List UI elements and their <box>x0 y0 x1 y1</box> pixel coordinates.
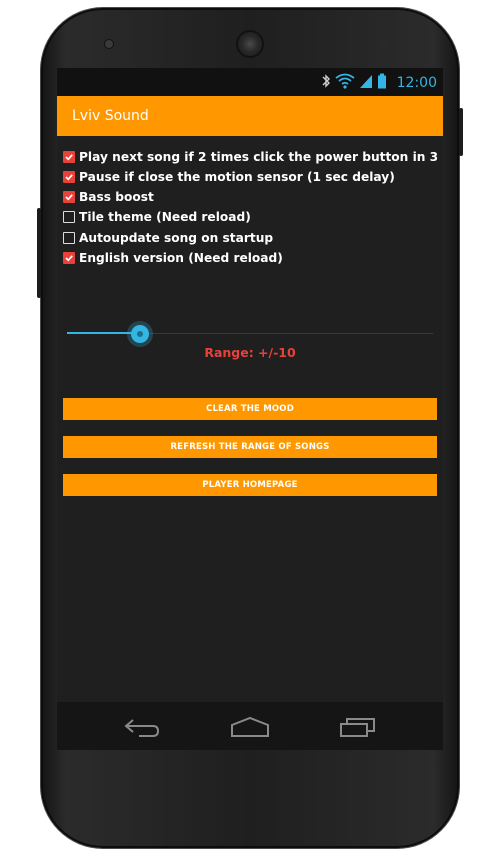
slider-fill <box>67 332 140 334</box>
range-label: Range: +/-10 <box>204 345 296 360</box>
setting-play-next[interactable]: Play next song if 2 times click the powe… <box>63 148 443 166</box>
range-slider[interactable] <box>67 324 433 344</box>
bluetooth-icon <box>321 73 331 93</box>
setting-tile-theme[interactable]: Tile theme (Need reload) <box>63 208 251 226</box>
setting-bass-boost[interactable]: Bass boost <box>63 188 154 206</box>
wifi-icon <box>335 73 355 93</box>
battery-icon <box>377 73 387 93</box>
earpiece-speaker <box>238 32 262 56</box>
status-clock: 12:00 <box>396 75 437 91</box>
navigation-bar <box>57 702 443 750</box>
front-camera <box>105 40 113 48</box>
setting-label: English version (Need reload) <box>79 251 283 265</box>
screen: 12:00 Lviv Sound Play next song if 2 tim… <box>57 68 443 750</box>
slider-thumb[interactable] <box>131 325 149 343</box>
volume-button <box>459 108 463 156</box>
setting-label: Autoupdate song on startup <box>79 231 274 245</box>
signal-icon <box>359 73 373 93</box>
setting-label: Pause if close the motion sensor (1 sec … <box>79 170 395 184</box>
home-icon[interactable] <box>229 716 271 742</box>
power-button <box>37 208 41 298</box>
clear-mood-button[interactable]: CLEAR THE MOOD <box>63 398 437 420</box>
checkbox-unchecked-icon[interactable] <box>63 232 75 244</box>
player-homepage-button[interactable]: PLAYER HOMEPAGE <box>63 474 437 496</box>
setting-label: Bass boost <box>79 190 154 204</box>
setting-label: Play next song if 2 times click the powe… <box>79 150 443 164</box>
setting-label: Tile theme (Need reload) <box>79 210 251 224</box>
checkbox-checked-icon[interactable] <box>63 151 75 163</box>
setting-pause-motion[interactable]: Pause if close the motion sensor (1 sec … <box>63 168 395 186</box>
checkbox-unchecked-icon[interactable] <box>63 211 75 223</box>
recent-apps-icon[interactable] <box>338 716 378 742</box>
proximity-sensor <box>381 40 387 46</box>
app-title: Lviv Sound <box>72 108 149 124</box>
checkbox-checked-icon[interactable] <box>63 191 75 203</box>
checkbox-checked-icon[interactable] <box>63 171 75 183</box>
app-title-bar: Lviv Sound <box>57 96 443 136</box>
back-icon[interactable] <box>123 716 161 742</box>
light-sensor <box>397 40 403 46</box>
setting-english-version[interactable]: English version (Need reload) <box>63 249 283 267</box>
checkbox-checked-icon[interactable] <box>63 252 75 264</box>
status-bar: 12:00 <box>57 68 443 96</box>
setting-autoupdate[interactable]: Autoupdate song on startup <box>63 229 273 247</box>
refresh-range-button[interactable]: REFRESH THE RANGE OF SONGS <box>63 436 437 458</box>
